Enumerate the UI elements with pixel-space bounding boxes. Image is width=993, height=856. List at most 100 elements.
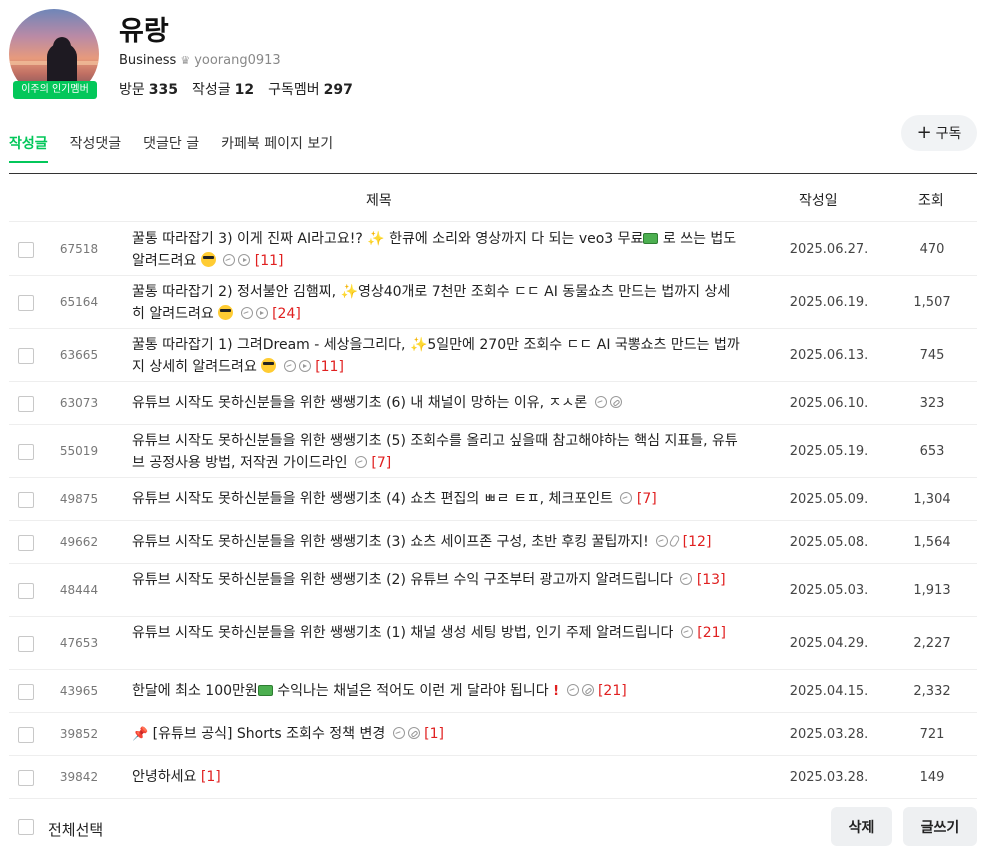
post-views: 470 [919,242,945,257]
table-row: 65164 꿀통 따라잡기 2) 정서불안 김햄찌, ✨영상40개로 7천만 조… [9,276,977,329]
subscribe-button[interactable]: + 구독 [901,115,977,151]
photo-icon [594,396,607,408]
post-views: 1,304 [913,492,951,507]
delete-button[interactable]: 삭제 [831,807,892,846]
write-button[interactable]: 글쓰기 [903,807,977,846]
table-row: 55019 유튜브 시작도 못하신분들을 위한 쌩쌩기초 (5) 조회수를 올리… [9,425,977,478]
post-number: 47653 [59,636,99,650]
comment-count[interactable]: [11] [255,253,284,269]
post-number: 55019 [59,444,99,458]
row-checkbox[interactable] [18,295,34,311]
comment-count[interactable]: [13] [697,572,726,588]
link-icon [609,396,622,408]
row-checkbox[interactable] [18,348,34,364]
pushpin-icon: 📌 [132,727,149,742]
select-all-label[interactable]: 전체선택 [48,819,103,840]
photo-icon [223,254,236,266]
post-number: 49875 [59,492,99,506]
row-checkbox[interactable] [18,242,34,258]
table-row: 63665 꿀통 따라잡기 1) 그려Dream - 세상을그리다, ✨5일만에… [9,329,977,382]
post-number: 39852 [59,727,99,741]
user-id: yoorang0913 [194,53,281,68]
sunglasses-face-icon [218,305,234,320]
comment-count[interactable]: [1] [201,769,221,785]
post-title[interactable]: 꿀통 따라잡기 2) 정서불안 김햄찌, ✨영상40개로 7천만 조회수 ㄷㄷ … [132,281,740,325]
row-checkbox[interactable] [18,583,34,599]
video-icon [238,254,251,266]
comment-count[interactable]: [21] [598,683,627,699]
post-title[interactable]: 유튜브 시작도 못하신분들을 위한 쌩쌩기초 (2) 유튜브 수익 구조부터 광… [132,569,740,591]
comment-count[interactable]: [7] [371,455,391,471]
table-row: 43965 한달에 최소 100만원 수익나는 채널은 적어도 이런 게 달라야… [9,670,977,713]
select-all-checkbox[interactable] [18,819,34,835]
comment-count[interactable]: [11] [315,359,344,375]
table-row: 67518 꿀통 따라잡기 3) 이게 진짜 AI라고요!? ✨ 한큐에 소리와… [9,223,977,276]
post-title[interactable]: 꿀통 따라잡기 3) 이게 진짜 AI라고요!? ✨ 한큐에 소리와 영상까지 … [132,228,740,272]
member-stats: 방문 335 작성글 12 구독멤버 297 [119,79,353,99]
post-date: 2025.06.10. [789,396,869,411]
profile-header: 이주의 인기멤버 유랑 Business ♛ yoorang0913 방문 335… [9,9,609,101]
table-row: 48444 유튜브 시작도 못하신분들을 위한 쌩쌩기초 (2) 유튜브 수익 … [9,564,977,617]
comment-count[interactable]: [21] [697,625,726,641]
avatar[interactable]: 이주의 인기멤버 [9,9,101,101]
attachment-icon [668,534,681,548]
stat-posts: 작성글 12 [192,82,255,98]
post-views: 1,564 [913,535,951,550]
row-checkbox[interactable] [18,636,34,652]
post-views: 721 [919,727,945,742]
photo-icon [283,360,296,372]
post-title[interactable]: 유튜브 시작도 못하신분들을 위한 쌩쌩기초 (1) 채널 생성 세팅 방법, … [132,622,740,644]
tab-cafebook[interactable]: 카페북 페이지 보기 [221,133,333,163]
crown-icon: ♛ [180,54,191,67]
post-number: 67518 [59,242,99,256]
post-views: 653 [919,444,945,459]
sparkles-icon: ✨ [367,231,385,247]
post-number: 63665 [59,348,99,362]
exclamation-icon: ! [553,684,560,699]
post-title[interactable]: 유튜브 시작도 못하신분들을 위한 쌩쌩기초 (4) 쇼츠 편집의 ㅃㄹ ㅌㅍ,… [132,488,740,510]
popular-member-badge: 이주의 인기멤버 [13,81,97,99]
row-checkbox[interactable] [18,535,34,551]
post-number: 49662 [59,535,99,549]
nickname: 유랑 [119,16,169,47]
post-number: 65164 [59,295,99,309]
post-title[interactable]: 유튜브 시작도 못하신분들을 위한 쌩쌩기초 (6) 내 채널이 망하는 이유,… [132,392,740,414]
sunglasses-face-icon [200,252,216,267]
tab-commented-posts[interactable]: 댓글단 글 [143,133,199,163]
grade-label: Business [119,53,177,68]
photo-icon [620,492,633,504]
post-date: 2025.03.28. [789,770,869,785]
link-icon [407,727,420,739]
row-checkbox[interactable] [18,444,34,460]
post-title[interactable]: 📌 [유튜브 공식] Shorts 조회수 정책 변경 [1] [132,723,740,746]
post-date: 2025.05.09. [789,492,869,507]
post-title[interactable]: 유튜브 시작도 못하신분들을 위한 쌩쌩기초 (3) 쇼츠 세이프존 구성, 초… [132,531,740,553]
header-views: 조회 [918,193,944,209]
post-title[interactable]: 유튜브 시작도 못하신분들을 위한 쌩쌩기초 (5) 조회수를 올리고 싶을때 … [132,430,740,474]
comment-count[interactable]: [1] [424,726,444,742]
row-checkbox[interactable] [18,727,34,743]
photo-icon [680,573,693,585]
row-checkbox[interactable] [18,684,34,700]
comment-count[interactable]: [24] [272,306,301,322]
post-number: 39842 [59,770,99,784]
post-date: 2025.05.08. [789,535,869,550]
row-checkbox[interactable] [18,396,34,412]
post-title[interactable]: 꿀통 따라잡기 1) 그려Dream - 세상을그리다, ✨5일만에 270만 … [132,334,740,378]
post-title[interactable]: 안녕하세요 [1] [132,766,740,788]
row-checkbox[interactable] [18,770,34,786]
tab-bar: 작성글 작성댓글 댓글단 글 카페북 페이지 보기 [9,133,333,163]
post-title[interactable]: 한달에 최소 100만원 수익나는 채널은 적어도 이런 게 달라야 됩니다 !… [132,680,740,703]
tab-comments[interactable]: 작성댓글 [70,133,122,163]
comment-count[interactable]: [7] [637,491,657,507]
table-row: 49875 유튜브 시작도 못하신분들을 위한 쌩쌩기초 (4) 쇼츠 편집의 … [9,478,977,521]
row-checkbox[interactable] [18,492,34,508]
post-date: 2025.05.19. [789,444,869,459]
plus-icon: + [916,122,932,143]
tab-posts[interactable]: 작성글 [9,133,48,163]
video-icon [255,307,268,319]
post-number: 63073 [59,396,99,410]
money-icon [257,685,273,696]
comment-count[interactable]: [12] [683,534,712,550]
member-meta: Business ♛ yoorang0913 [119,53,281,68]
